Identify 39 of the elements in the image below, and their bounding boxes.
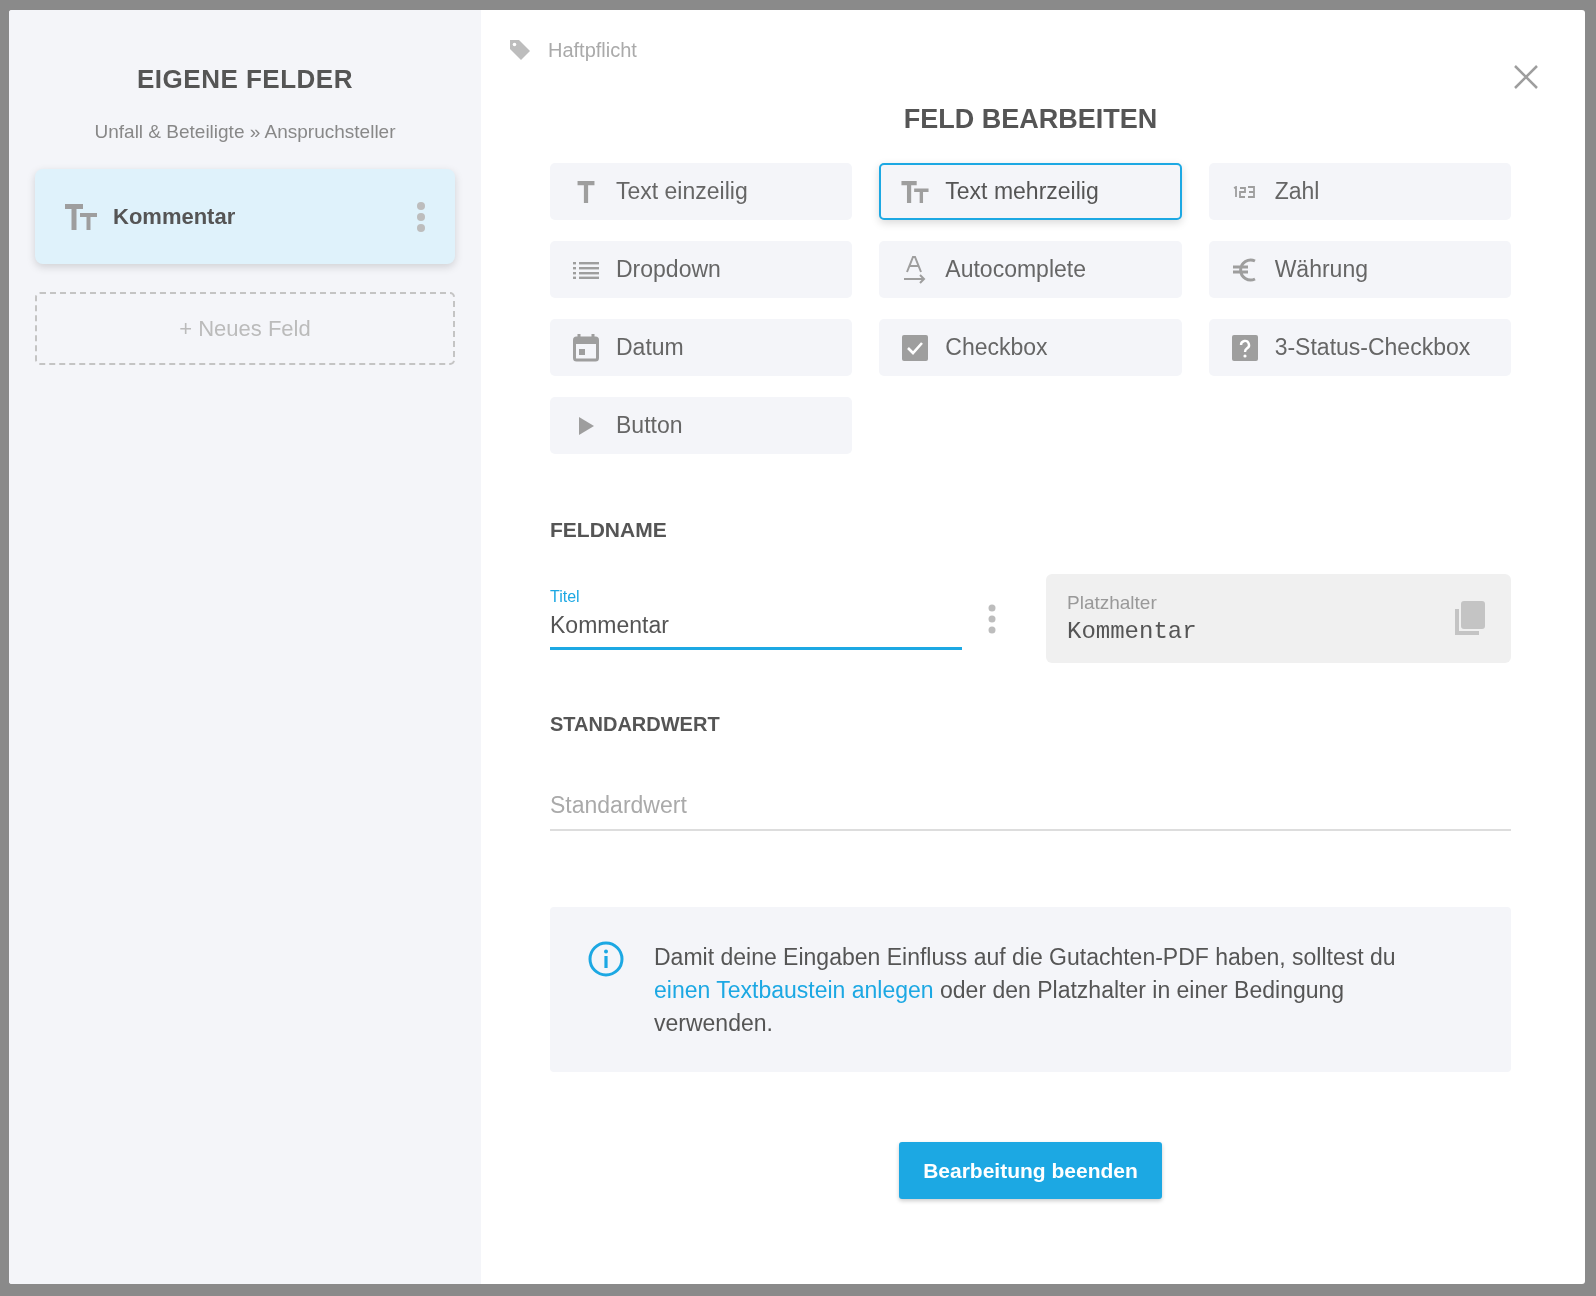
field-name: Kommentar bbox=[113, 203, 237, 230]
tag-label: Haftpflicht bbox=[548, 38, 637, 62]
info-text: Damit deine Eingaben Einfluss auf die Gutachten-PDF haben, solltest du einen Textbaustein anlegen oder den Platzhalter in einer Bedingung verwenden. bbox=[654, 943, 1397, 1038]
list-icon bbox=[573, 260, 599, 279]
close-icon[interactable] bbox=[1513, 64, 1539, 90]
field-type-button[interactable]: Zahl bbox=[1208, 163, 1511, 220]
info-icon bbox=[588, 941, 624, 977]
title-input-field[interactable]: Titel Kommentar bbox=[550, 587, 962, 650]
tag-icon bbox=[508, 38, 532, 62]
sidebar-title: EIGENE FELDER bbox=[137, 64, 353, 95]
text-size-icon bbox=[901, 180, 930, 203]
default-value-input[interactable]: Standardwert bbox=[550, 792, 1511, 831]
field-type-button[interactable]: Text einzeilig bbox=[550, 163, 853, 220]
calendar-icon bbox=[573, 333, 599, 362]
numbers-icon bbox=[1231, 185, 1258, 198]
field-type-button[interactable]: Checkbox bbox=[879, 319, 1182, 376]
text-icon bbox=[577, 180, 595, 203]
question-box-icon bbox=[1231, 334, 1258, 361]
placeholder-field: Platzhalter Kommentar bbox=[1046, 574, 1511, 663]
text-size-icon bbox=[65, 203, 97, 230]
breadcrumb: Unfall & Beteiligte » Anspruchsteller bbox=[94, 121, 396, 143]
euro-icon bbox=[1231, 256, 1258, 283]
dialog-title: FELD BEARBEITEN bbox=[902, 104, 1159, 135]
more-icon[interactable] bbox=[417, 201, 425, 232]
field-type-button[interactable]: Text mehrzeilig bbox=[879, 163, 1182, 220]
field-type-button[interactable]: Datum bbox=[550, 319, 853, 376]
field-type-button[interactable]: 3-Status-Checkbox bbox=[1208, 319, 1511, 376]
finish-editing-button[interactable]: Bearbeitung beenden bbox=[899, 1142, 1162, 1199]
copy-icon[interactable] bbox=[1453, 600, 1485, 637]
section-heading: FELDNAME bbox=[550, 518, 668, 542]
more-icon[interactable] bbox=[988, 603, 996, 634]
field-type-button[interactable]: Währung bbox=[1208, 241, 1511, 298]
field-type-button[interactable]: Dropdown bbox=[550, 241, 853, 298]
play-icon bbox=[577, 415, 595, 436]
field-list-item[interactable]: Kommentar bbox=[35, 169, 455, 264]
section-heading: STANDARDWERT bbox=[550, 713, 721, 736]
field-type-button[interactable]: Button bbox=[550, 397, 853, 454]
field-type-button[interactable]: Autocomplete bbox=[879, 241, 1182, 298]
checkbox-icon bbox=[902, 334, 929, 361]
